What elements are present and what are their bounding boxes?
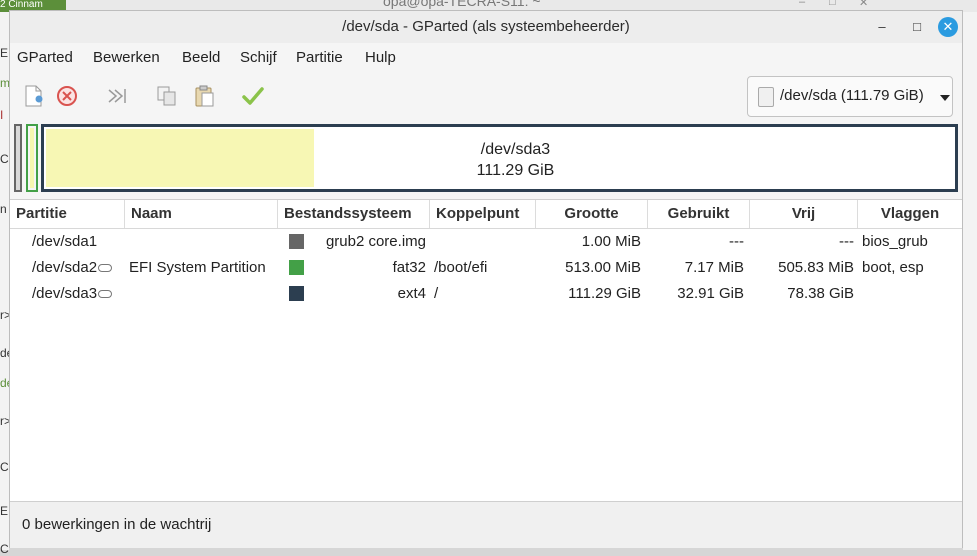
- column-header-partitie[interactable]: Partitie: [10, 200, 125, 228]
- delete-partition-icon: [57, 86, 77, 106]
- window-titlebar[interactable]: /dev/sda - GParted (als systeembeheerder…: [10, 11, 962, 43]
- disk-map-selected-size: 111.29 GiB: [476, 162, 555, 179]
- bg-fragment: E: [0, 504, 9, 518]
- background-close-icon: ✕: [859, 0, 869, 9]
- bg-fragment: C: [0, 152, 9, 166]
- new-partition-icon: [25, 85, 43, 107]
- column-header-naam[interactable]: Naam: [125, 200, 278, 228]
- cell-mountpoint: /: [434, 285, 439, 302]
- menu-bewerken[interactable]: Bewerken: [93, 49, 160, 66]
- column-header-vrij[interactable]: Vrij: [750, 200, 858, 228]
- mounted-key-icon: [98, 264, 113, 273]
- disk-map-sda2[interactable]: [26, 124, 38, 192]
- paste-button[interactable]: [192, 83, 218, 109]
- cell-free: ---: [839, 233, 854, 250]
- disk-map-selected-name: /dev/sda3: [480, 141, 551, 158]
- bg-fragment: n: [0, 202, 7, 216]
- disk-icon: [758, 87, 774, 107]
- table-header: Partitie Naam Bestandssysteem Koppelpunt…: [10, 200, 962, 229]
- disk-map-sda1[interactable]: [14, 124, 22, 192]
- paste-icon: [195, 85, 214, 107]
- filesystem-color-swatch: [289, 234, 304, 249]
- copy-button[interactable]: [154, 83, 180, 109]
- menu-gparted[interactable]: GParted: [17, 49, 73, 66]
- cell-free: 505.83 MiB: [778, 259, 854, 276]
- cell-size: 1.00 MiB: [581, 233, 641, 250]
- background-terminal-right: [963, 12, 977, 550]
- cell-filesystem: fat32: [392, 259, 426, 276]
- apply-button[interactable]: [240, 83, 266, 109]
- cell-name: EFI System Partition: [129, 259, 266, 276]
- cell-used: ---: [729, 233, 744, 250]
- delete-partition-button[interactable]: [54, 83, 80, 109]
- column-header-vlaggen[interactable]: Vlaggen: [858, 200, 962, 228]
- background-minimize-icon: –: [799, 0, 806, 8]
- device-selector-label: /dev/sda (111.79 GiB): [780, 87, 924, 104]
- background-terminal-title: opa@opa-TECRA-S11: ~: [383, 0, 541, 9]
- cell-partition: /dev/sda2: [32, 255, 113, 281]
- menu-schijf[interactable]: Schijf: [240, 49, 277, 66]
- cell-partition: /dev/sda1: [32, 233, 98, 250]
- cell-flags: boot, esp: [862, 259, 924, 276]
- background-terminal-left: E m I C n r> de de r> C E C: [0, 12, 13, 556]
- disk-map-sda2-used: [30, 128, 34, 188]
- filesystem-color-swatch: [289, 286, 304, 301]
- window-title: /dev/sda - GParted (als systeembeheerder…: [342, 18, 630, 35]
- cell-mountpoint: /boot/efi: [434, 259, 488, 276]
- cell-used: 7.17 MiB: [684, 259, 744, 276]
- status-text: 0 bewerkingen in de wachtrij: [22, 516, 212, 533]
- device-selector[interactable]: /dev/sda (111.79 GiB): [747, 76, 953, 117]
- column-header-bestandssysteem[interactable]: Bestandssysteem: [278, 200, 430, 228]
- cell-free: 78.38 GiB: [787, 285, 854, 302]
- bg-fragment: I: [0, 108, 4, 122]
- background-maximize-icon: □: [829, 0, 836, 8]
- column-header-koppelpunt[interactable]: Koppelpunt: [430, 200, 536, 228]
- disk-map-sda3[interactable]: /dev/sda3 111.29 GiB: [41, 124, 958, 192]
- resize-move-button[interactable]: [104, 83, 130, 109]
- menu-hulp[interactable]: Hulp: [365, 49, 396, 66]
- column-header-grootte[interactable]: Grootte: [536, 200, 648, 228]
- cell-flags: bios_grub: [862, 233, 928, 250]
- table-row[interactable]: /dev/sda3 ext4 / 111.29 GiB 32.91 GiB 78…: [10, 281, 962, 307]
- bg-fragment: C: [0, 542, 9, 556]
- copy-icon: [157, 86, 176, 106]
- close-button[interactable]: ✕: [938, 17, 958, 37]
- new-partition-button[interactable]: [20, 83, 46, 109]
- cell-size: 513.00 MiB: [565, 259, 641, 276]
- bg-fragment: E: [0, 46, 9, 60]
- minimize-button[interactable]: –: [872, 17, 892, 37]
- bg-fragment: C: [0, 460, 9, 474]
- column-header-gebruikt[interactable]: Gebruikt: [648, 200, 750, 228]
- apply-icon: [242, 87, 264, 105]
- filesystem-color-swatch: [289, 260, 304, 275]
- cell-size: 111.29 GiB: [568, 285, 641, 302]
- cell-used: 32.91 GiB: [677, 285, 744, 302]
- mounted-key-icon: [98, 290, 113, 299]
- partition-table: Partitie Naam Bestandssysteem Koppelpunt…: [10, 199, 962, 502]
- menu-beeld[interactable]: Beeld: [182, 49, 220, 66]
- resize-move-icon: [108, 89, 126, 103]
- table-row[interactable]: /dev/sda1 grub2 core.img 1.00 MiB --- --…: [10, 229, 962, 255]
- menubar: GParted Bewerken Beeld Schijf Partitie H…: [10, 45, 962, 71]
- gparted-window: /dev/sda - GParted (als systeembeheerder…: [9, 10, 963, 548]
- chevron-down-icon: [940, 95, 950, 101]
- cell-filesystem: grub2 core.img: [325, 233, 426, 250]
- menu-partitie[interactable]: Partitie: [296, 49, 343, 66]
- disk-map: /dev/sda3 111.29 GiB: [14, 124, 958, 196]
- cell-filesystem: ext4: [397, 285, 426, 302]
- cell-partition: /dev/sda3: [32, 281, 113, 307]
- status-bar: 0 bewerkingen in de wachtrij: [10, 501, 962, 548]
- table-row[interactable]: /dev/sda2 EFI System Partition fat32 /bo…: [10, 255, 962, 281]
- maximize-button[interactable]: □: [907, 17, 927, 37]
